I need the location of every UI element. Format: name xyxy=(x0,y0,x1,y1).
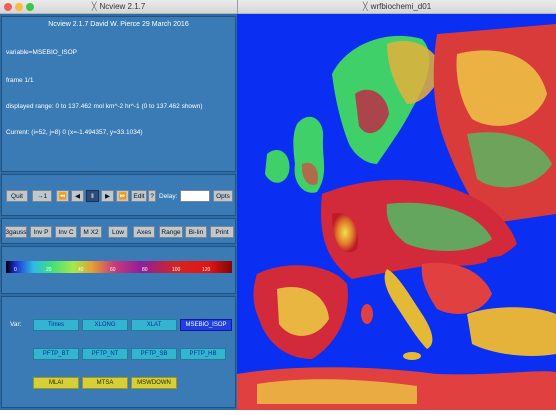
tool-axes[interactable]: Axes xyxy=(133,226,155,238)
x11-icon: ╳ xyxy=(91,2,97,11)
minus-one-button[interactable]: →1 xyxy=(32,190,52,202)
tool-inv-c[interactable]: Inv C xyxy=(55,226,77,238)
europe-isoprene-map[interactable] xyxy=(237,14,556,410)
back-icon: ◀ xyxy=(75,193,80,200)
ncview-panel: Ncview 2.1.7 David W. Pierce 29 March 20… xyxy=(0,14,237,410)
colorbar: 0 20 40 60 80 100 120 xyxy=(6,261,232,273)
var-times[interactable]: Times xyxy=(33,319,79,331)
var-xlong[interactable]: XLONG xyxy=(82,319,128,331)
app-header: Ncview 2.1.7 David W. Pierce 29 March 20… xyxy=(48,21,189,28)
tool-3gauss[interactable]: 3gauss xyxy=(5,226,27,238)
quit-button[interactable]: Quit xyxy=(6,190,28,202)
var-mtsa[interactable]: MTSA xyxy=(82,377,128,389)
colorbar-gradient xyxy=(6,261,232,273)
tool-print[interactable]: Print xyxy=(210,226,234,238)
colorbar-tick: 40 xyxy=(78,267,84,273)
help-button[interactable]: ? xyxy=(148,190,156,202)
ireland xyxy=(265,150,290,183)
rewind-button[interactable]: ⏪ xyxy=(56,190,69,202)
sicily xyxy=(403,352,421,360)
frame-label: frame 1/1 xyxy=(6,77,34,84)
pause-icon: ‖ xyxy=(91,192,94,200)
colorbar-tick: 60 xyxy=(110,267,116,273)
colorbar-area: 0 20 40 60 80 100 120 xyxy=(1,246,236,294)
sardinia xyxy=(361,304,373,324)
ncview-title-text: Ncview 2.1.7 xyxy=(99,2,146,11)
tool-low[interactable]: Low xyxy=(108,226,128,238)
fast-forward-button[interactable]: ⏩ xyxy=(116,190,129,202)
tool-mag[interactable]: M X2 xyxy=(80,226,102,238)
playback-controls: Quit →1 ⏪ ◀ ‖ ▶ ⏩ Edit ? Delay: Opts xyxy=(1,174,236,216)
maximize-icon[interactable] xyxy=(26,3,34,11)
colorbar-tick: 100 xyxy=(172,267,181,273)
info-area: Ncview 2.1.7 David W. Pierce 29 March 20… xyxy=(1,16,236,172)
ncview-window-title: ╳ Ncview 2.1.7 xyxy=(92,2,146,11)
map-titlebar[interactable]: ╳ wrfbiochemi_d01 xyxy=(237,0,556,14)
var-mswdown[interactable]: MSWDOWN xyxy=(131,377,177,389)
map-title-text: wrfbiochemi_d01 xyxy=(370,2,432,11)
colorbar-tick: 120 xyxy=(202,267,211,273)
forward-icon: ▶ xyxy=(105,193,110,200)
colorbar-tick: 20 xyxy=(46,267,52,273)
colorbar-tick: 0 xyxy=(14,267,17,273)
edit-button[interactable]: Edit xyxy=(131,190,147,202)
minimize-icon[interactable] xyxy=(15,3,23,11)
map-window-title: ╳ wrfbiochemi_d01 xyxy=(363,2,431,11)
var-pftp-nt[interactable]: PFTP_NT xyxy=(82,348,128,360)
var-pftp-bt[interactable]: PFTP_BT xyxy=(33,348,79,360)
step-back-button[interactable]: ◀ xyxy=(71,190,84,202)
var-msebio-isop[interactable]: MSEBIO_ISOP xyxy=(180,319,232,331)
map-view[interactable] xyxy=(237,14,556,410)
delay-label: Delay: xyxy=(159,193,178,200)
step-forward-button[interactable]: ▶ xyxy=(101,190,114,202)
pause-button[interactable]: ‖ xyxy=(86,190,99,202)
var-pftp-hb[interactable]: PFTP_HB xyxy=(180,348,226,360)
colorbar-tick: 80 xyxy=(142,267,148,273)
rewind-icon: ⏪ xyxy=(58,193,67,200)
var-pftp-sb[interactable]: PFTP_SB xyxy=(131,348,177,360)
fast-forward-icon: ⏩ xyxy=(118,193,127,200)
ncview-titlebar[interactable]: ╳ Ncview 2.1.7 xyxy=(0,0,237,14)
close-icon[interactable] xyxy=(4,3,12,11)
delay-slider[interactable] xyxy=(180,190,210,202)
tool-inv-p[interactable]: Inv P xyxy=(30,226,52,238)
var-xlat[interactable]: XLAT xyxy=(131,319,177,331)
range-label: displayed range: 0 to 137.462 mol km^-2 … xyxy=(6,103,203,110)
tool-bilin[interactable]: Bi-lin xyxy=(185,226,207,238)
transform-toolbar: 3gauss Inv P Inv C M X2 Low Axes Range B… xyxy=(1,218,236,244)
variable-selector: Var: Times XLONG XLAT MSEBIO_ISOP PFTP_B… xyxy=(1,296,236,408)
x11-icon: ╳ xyxy=(362,2,368,11)
opts-button[interactable]: Opts xyxy=(213,190,233,202)
current-label: Current: (i=52, j=8) 0 (x=-1.494357, y=3… xyxy=(6,129,143,136)
var-mlai[interactable]: MLAI xyxy=(33,377,79,389)
var-label: Var: xyxy=(10,321,22,328)
variable-label: variable=MSEBIO_ISOP xyxy=(6,49,77,56)
tool-range[interactable]: Range xyxy=(159,226,183,238)
window-controls xyxy=(4,3,34,11)
